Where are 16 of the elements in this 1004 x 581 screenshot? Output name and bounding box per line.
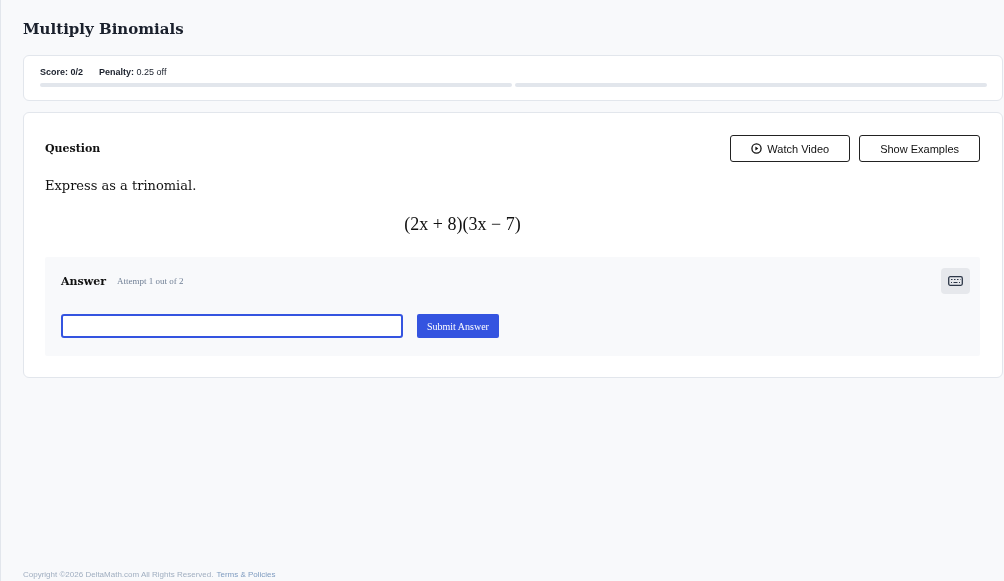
- show-examples-button[interactable]: Show Examples: [859, 135, 980, 162]
- submit-button[interactable]: Submit Answer: [417, 314, 499, 338]
- answer-heading: Answer: [61, 274, 106, 288]
- question-heading: Question: [45, 142, 101, 155]
- score-text: Score: 0/2: [40, 67, 84, 77]
- math-expression: (2x + 8)(3x − 7): [404, 214, 521, 235]
- answer-field[interactable]: [61, 314, 403, 338]
- penalty-text: Penalty: 0.25 off: [99, 67, 167, 77]
- question-prompt: Express as a trinomial.: [45, 178, 198, 193]
- watch-video-button[interactable]: Watch Video: [730, 135, 851, 162]
- copyright-text: Copyright ©2026 DeltaMath.com All Rights Reserved.: [23, 570, 214, 579]
- play-icon: [751, 143, 763, 154]
- page-title: Multiply Binomials: [23, 20, 185, 38]
- attempt-text: Attempt 1 out of 2: [117, 276, 185, 286]
- keyboard-button[interactable]: [941, 268, 970, 294]
- keyboard-icon: [948, 276, 963, 286]
